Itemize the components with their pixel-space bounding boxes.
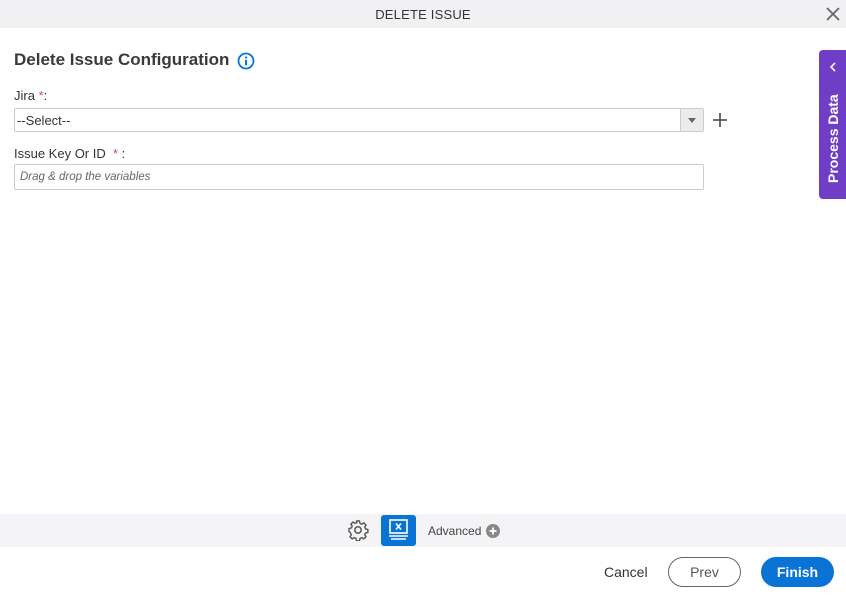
add-circle-icon[interactable]: [486, 524, 500, 538]
info-icon[interactable]: [237, 52, 255, 70]
screen-button[interactable]: [381, 515, 416, 546]
advanced-link[interactable]: Advanced: [428, 524, 481, 538]
dialog-title: DELETE ISSUE: [375, 7, 471, 22]
add-jira-connection-icon[interactable]: [711, 111, 729, 129]
gear-icon[interactable]: [347, 519, 369, 541]
process-data-tab[interactable]: Process Data: [819, 50, 846, 199]
bottom-toolbar: [0, 514, 846, 547]
jira-label: Jira *:: [14, 88, 48, 103]
jira-select-value: --Select--: [17, 113, 71, 128]
prev-button[interactable]: Prev: [668, 557, 741, 587]
title-bar: DELETE ISSUE: [0, 0, 846, 28]
jira-select[interactable]: --Select--: [14, 108, 704, 132]
finish-button[interactable]: Finish: [761, 557, 834, 587]
issue-key-input[interactable]: Drag & drop the variables: [14, 164, 704, 190]
process-data-label: Process Data: [825, 94, 841, 183]
monitor-close-icon: [389, 519, 408, 540]
chevron-left-icon: [829, 62, 836, 72]
issue-key-placeholder: Drag & drop the variables: [20, 171, 151, 183]
issue-key-label: Issue Key Or ID * :: [14, 146, 126, 161]
cancel-button[interactable]: Cancel: [604, 564, 648, 580]
page-title: Delete Issue Configuration: [14, 50, 230, 69]
chevron-down-icon[interactable]: [680, 109, 703, 131]
close-icon[interactable]: [824, 5, 842, 23]
